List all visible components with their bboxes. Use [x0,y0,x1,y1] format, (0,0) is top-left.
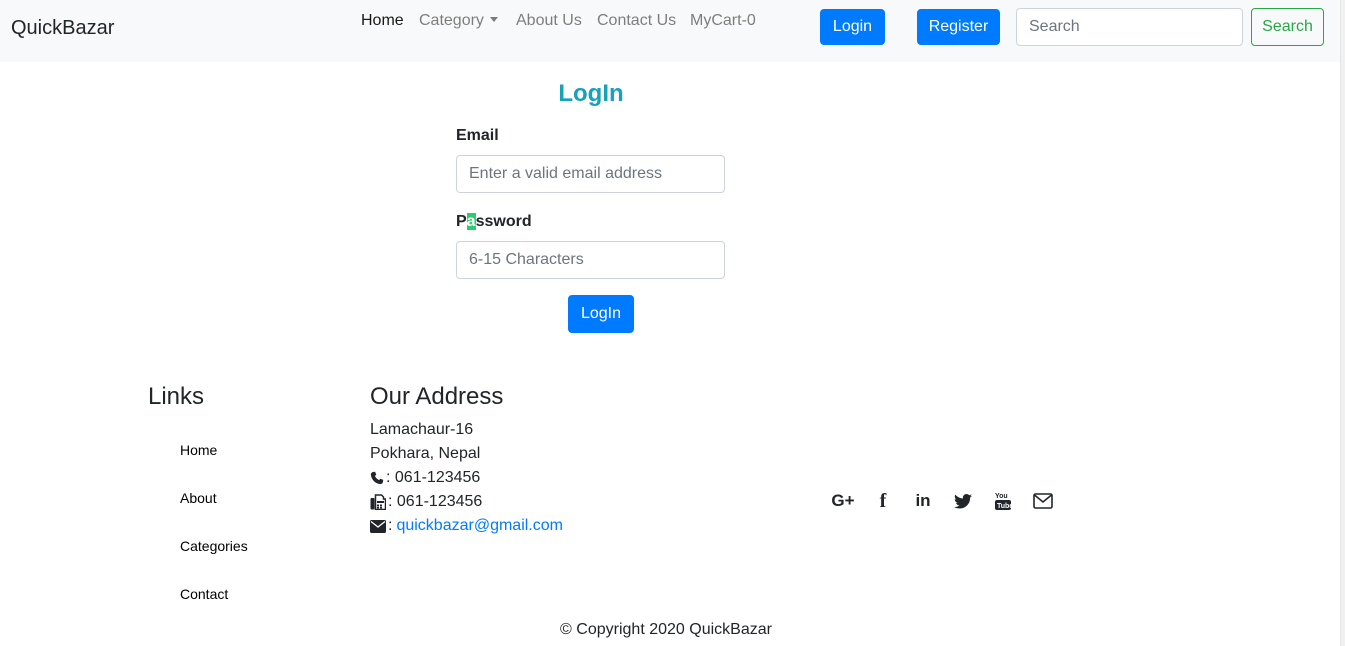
chevron-down-icon [489,17,498,22]
nav-home[interactable]: Home [361,12,404,30]
email-label: Email [456,127,499,144]
youtube-icon[interactable]: You Tube [991,490,1015,512]
login-title: LogIn [558,80,624,107]
phone-text: : 061-123456 [386,469,481,486]
nav-cart[interactable]: MyCart-0 [690,12,756,30]
phone-icon [370,471,384,485]
search-input[interactable] [1016,8,1243,46]
password-label-highlight: a [466,213,476,230]
fax-icon [370,494,386,510]
footer-link-about[interactable]: About [180,490,217,506]
password-label-end: ssword [475,213,532,230]
address-line-2: Pokhara, Nepal [370,445,481,462]
svg-text:Tube: Tube [997,503,1012,510]
email-prefix: : [388,517,393,534]
brand-logo[interactable]: QuickBazar [11,17,114,40]
phone-line: : 061-123456 [370,469,480,487]
fax-line: : 061-123456 [370,493,482,511]
footer-link-categories[interactable]: Categories [180,538,248,554]
nav-category-dropdown[interactable]: Category [419,12,498,30]
linkedin-icon[interactable]: in [911,490,935,512]
navbar: QuickBazar Home Category About Us Contac… [0,0,1340,62]
login-submit-button[interactable]: LogIn [568,295,634,333]
register-button[interactable]: Register [917,9,1000,45]
envelope-outline-icon[interactable] [1031,490,1055,512]
facebook-icon[interactable]: f [871,490,895,512]
search-button[interactable]: Search [1251,8,1324,46]
nav-contact[interactable]: Contact Us [597,12,676,30]
nav-category-label: Category [419,12,484,29]
fax-text: : 061-123456 [388,493,483,510]
password-field[interactable] [456,241,725,279]
email-line: : quickbazar@gmail.com [370,517,563,535]
address-heading: Our Address [370,383,504,410]
login-button[interactable]: Login [820,9,885,45]
google-plus-icon[interactable]: G+ [831,490,855,512]
envelope-icon [370,519,386,533]
address-line-1: Lamachaur-16 [370,421,474,438]
password-label-start: P [456,213,467,230]
nav-about[interactable]: About Us [516,12,582,30]
copyright: © Copyright 2020 QuickBazar [560,621,772,638]
password-label: Password [456,213,532,231]
footer-link-home[interactable]: Home [180,442,217,458]
footer-link-contact[interactable]: Contact [180,586,228,602]
email-field[interactable] [456,155,725,193]
links-heading: Links [148,383,205,410]
email-link[interactable]: quickbazar@gmail.com [396,517,563,535]
scrollbar[interactable] [1340,0,1345,646]
svg-text:You: You [995,493,1008,500]
twitter-icon[interactable] [951,490,975,512]
